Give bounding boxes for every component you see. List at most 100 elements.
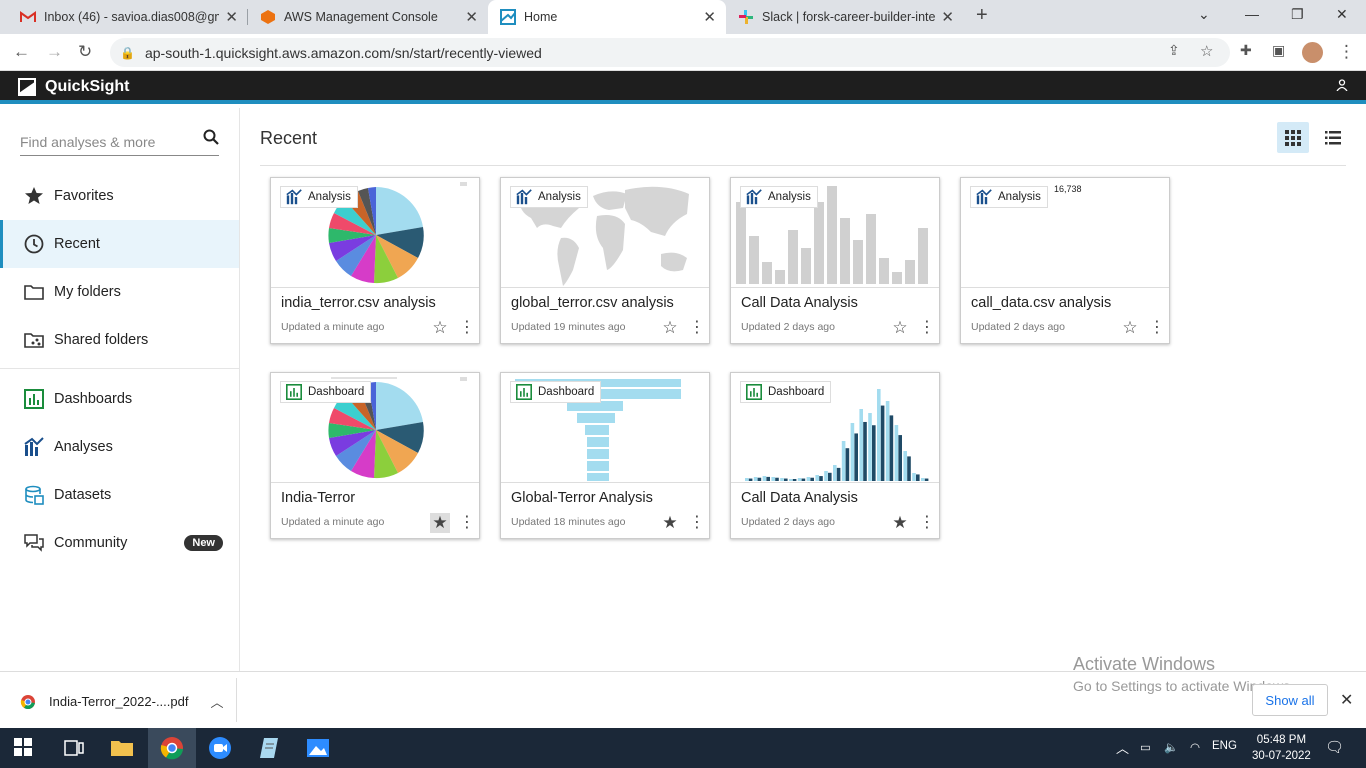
share-icon[interactable]: ⇪ (1168, 42, 1180, 59)
side-panel-icon[interactable]: ▣ (1272, 42, 1285, 59)
card-title[interactable]: Global-Terror Analysis (511, 490, 653, 506)
avatar[interactable] (1302, 42, 1323, 63)
chevron-up-icon[interactable]: ︿ (1116, 738, 1129, 757)
analysis-icon (746, 189, 762, 205)
show-all-button[interactable]: Show all (1252, 684, 1328, 716)
favorite-star-icon[interactable]: ★ (430, 513, 450, 533)
card-updated: Updated a minute ago (281, 516, 385, 528)
forward-icon[interactable]: → (46, 42, 63, 62)
card-updated: Updated 19 minutes ago (511, 321, 626, 333)
close-window-icon[interactable]: ✕ (1336, 6, 1348, 23)
grid-view-button[interactable] (1277, 122, 1309, 153)
thumbnail-bar (748, 478, 753, 481)
sidebar-item-label: Favorites (54, 188, 114, 204)
dashboard-icon (24, 389, 44, 409)
search-icon[interactable] (201, 129, 219, 150)
close-icon[interactable]: ✕ (225, 8, 238, 26)
back-icon[interactable]: ← (13, 42, 30, 62)
reload-icon[interactable]: ↻ (78, 42, 92, 62)
sidebar-item-community[interactable]: Community New (0, 519, 239, 567)
minimize-icon[interactable]: — (1245, 6, 1259, 22)
close-icon[interactable]: ✕ (941, 8, 954, 26)
url-field[interactable]: 🔒 ap-south-1.quicksight.aws.amazon.com/s… (110, 38, 1230, 67)
photos-icon[interactable] (306, 736, 330, 760)
analysis-icon (286, 189, 302, 205)
favorite-star-icon[interactable]: ☆ (1120, 318, 1140, 338)
tab-home[interactable]: Home ✕ (488, 0, 726, 34)
card-dashboard[interactable]: Dashboard India-Terror Updated a minute … (270, 372, 480, 539)
card-title[interactable]: Call Data Analysis (741, 295, 858, 311)
card-title[interactable]: global_terror.csv analysis (511, 295, 674, 311)
menu-dots-icon[interactable]: ⋮ (1338, 42, 1355, 62)
windows-start-icon[interactable] (14, 738, 32, 756)
browser-tab-bar: Inbox (46) - savioa.dias008@gma ✕ AWS Ma… (0, 0, 1366, 34)
new-tab-icon[interactable]: + (976, 4, 988, 27)
thumbnail-bar (810, 477, 814, 481)
more-options-icon[interactable]: ⋮ (459, 513, 475, 533)
favorite-star-icon[interactable]: ☆ (660, 318, 680, 338)
thumbnail-bar (745, 478, 749, 481)
card-dashboard[interactable]: Dashboard Global-Terror Analysis Updated… (500, 372, 710, 539)
sidebar-item-my-folders[interactable]: My folders (0, 268, 239, 316)
favorite-star-icon[interactable]: ☆ (890, 318, 910, 338)
more-options-icon[interactable]: ⋮ (689, 318, 705, 338)
card-analysis[interactable]: Analysis india_terror.csv analysis Updat… (270, 177, 480, 344)
thumbnail-bar (806, 477, 811, 481)
wifi-icon[interactable]: ◠ (1190, 740, 1200, 754)
chrome-icon[interactable] (160, 736, 184, 760)
favorite-star-icon[interactable]: ★ (660, 513, 680, 533)
volume-icon[interactable]: 🔈 (1164, 740, 1178, 754)
sidebar-item-recent[interactable]: Recent (0, 220, 239, 268)
card-analysis[interactable]: Analysis global_terror.csv analysis Upda… (500, 177, 710, 344)
chevron-up-icon[interactable]: ︿ (210, 692, 223, 711)
chevron-down-icon[interactable]: ⌄ (1198, 6, 1210, 23)
extensions-icon[interactable]: ✚ (1240, 42, 1252, 59)
zoom-icon[interactable] (208, 736, 232, 760)
notepad-icon[interactable] (258, 736, 282, 760)
tab-aws[interactable]: AWS Management Console ✕ (248, 0, 488, 34)
app-logo[interactable]: QuickSight (18, 78, 129, 96)
sidebar-item-favorites[interactable]: Favorites (0, 172, 239, 220)
file-explorer-icon[interactable] (110, 736, 134, 760)
more-options-icon[interactable]: ⋮ (919, 318, 935, 338)
card-dashboard[interactable]: Dashboard Call Data Analysis Updated 2 d… (730, 372, 940, 539)
close-icon[interactable]: ✕ (465, 8, 478, 26)
thumbnail-bar (850, 423, 855, 481)
user-icon[interactable] (1336, 79, 1348, 94)
download-item[interactable]: India-Terror_2022-....pdf ︿ (20, 692, 223, 711)
thumbnail-bar (792, 479, 797, 481)
bookmark-star-icon[interactable]: ☆ (1200, 42, 1213, 60)
card-title[interactable]: call_data.csv analysis (971, 295, 1111, 311)
close-icon[interactable]: ✕ (703, 8, 716, 26)
sidebar-item-dashboards[interactable]: Dashboards (0, 375, 239, 423)
card-title[interactable]: Call Data Analysis (741, 490, 858, 506)
favorite-star-icon[interactable]: ★ (890, 513, 910, 533)
battery-icon[interactable]: ▭ (1140, 740, 1151, 754)
restore-icon[interactable]: ❐ (1291, 6, 1304, 23)
sidebar-item-shared-folders[interactable]: Shared folders (0, 316, 239, 364)
tab-gmail[interactable]: Inbox (46) - savioa.dias008@gma ✕ (8, 0, 248, 34)
aws-icon (261, 10, 275, 24)
search-input[interactable] (20, 134, 201, 150)
language-indicator[interactable]: ENG (1212, 740, 1237, 752)
system-clock[interactable]: 05:48 PM 30-07-2022 (1252, 732, 1311, 764)
card-title[interactable]: india_terror.csv analysis (281, 295, 436, 311)
card-title[interactable]: India-Terror (281, 490, 355, 506)
sidebar-item-analyses[interactable]: Analyses (0, 423, 239, 471)
tab-slack[interactable]: Slack | forsk-career-builder-intern ✕ (726, 0, 964, 34)
card-analysis[interactable]: Analysis Call Data Analysis Updated 2 da… (730, 177, 940, 344)
task-view-icon[interactable] (62, 736, 86, 760)
more-options-icon[interactable]: ⋮ (689, 513, 705, 533)
thumbnail-bar (845, 448, 850, 481)
close-icon[interactable]: ✕ (1340, 690, 1353, 710)
more-options-icon[interactable]: ⋮ (459, 318, 475, 338)
more-options-icon[interactable]: ⋮ (1149, 318, 1165, 338)
more-options-icon[interactable]: ⋮ (919, 513, 935, 533)
dataset-icon (24, 485, 44, 505)
list-view-button[interactable] (1317, 122, 1349, 153)
sidebar-item-datasets[interactable]: Datasets (0, 471, 239, 519)
notifications-icon[interactable]: 🗨 (1325, 738, 1344, 756)
thumbnail-bar (872, 425, 876, 481)
card-analysis[interactable]: 16,738 Analysis call_data.csv analysis U… (960, 177, 1170, 344)
favorite-star-icon[interactable]: ☆ (430, 318, 450, 338)
